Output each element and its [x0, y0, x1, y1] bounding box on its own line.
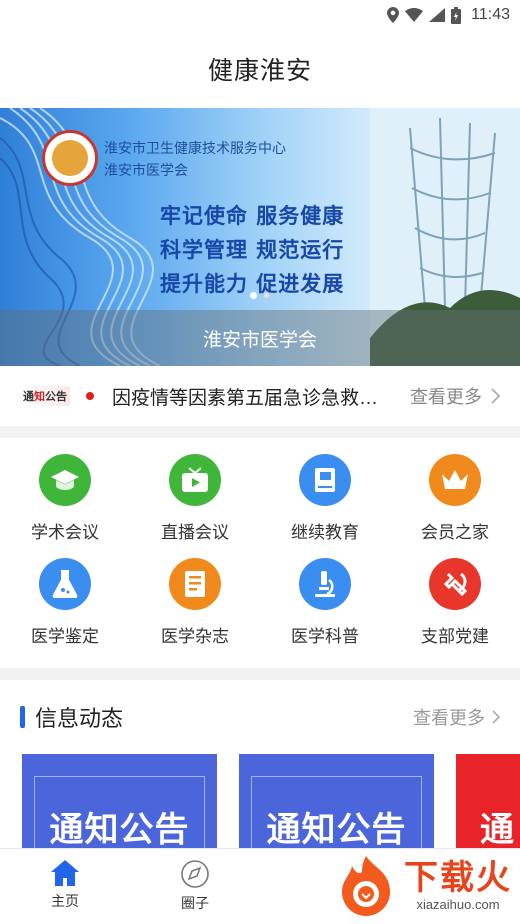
flask-icon — [39, 558, 91, 610]
location-icon — [387, 7, 400, 23]
app-header: 健康淮安 — [0, 30, 520, 108]
grid-item-medical-science[interactable]: 医学科普 — [260, 558, 390, 662]
info-card-text: 通 — [480, 811, 515, 849]
chevron-right-icon — [492, 710, 500, 724]
page-title: 健康淮安 — [207, 57, 312, 85]
crown-icon — [429, 454, 481, 506]
tab-circle-label: 圈子 — [181, 895, 209, 911]
signal-icon — [429, 8, 446, 22]
info-more-label: 查看更多 — [413, 708, 485, 728]
grid-label: 医学杂志 — [161, 627, 229, 646]
notice-dot-icon — [86, 392, 94, 400]
section-separator — [0, 668, 520, 680]
info-card-text: 通知公告 — [266, 811, 407, 849]
microscope-icon — [299, 558, 351, 610]
home-icon — [51, 860, 79, 886]
watermark: 下载火 xiazaihuo.com — [334, 854, 512, 918]
tab-circle[interactable]: 圈子 — [130, 849, 260, 924]
banner-carousel[interactable]: 淮安市卫生健康技术服务中心 淮安市医学会 牢记使命 服务健康 科学管理 规范运行… — [0, 108, 520, 366]
banner-slogan-1: 牢记使命 服务健康 — [160, 204, 345, 228]
banner-org-line2: 淮安市医学会 — [104, 163, 188, 179]
grid-label: 医学科普 — [291, 627, 359, 646]
notice-more-link[interactable]: 查看更多 — [410, 383, 500, 409]
notice-badge: 通知公告 — [20, 386, 70, 406]
notice-ticker[interactable]: 通知公告 因疫情等因素第五届急诊急救大会延期举办的通知 查看更多 — [0, 366, 520, 426]
grid-label: 会员之家 — [421, 523, 489, 542]
info-more-link[interactable]: 查看更多 — [413, 704, 500, 730]
watermark-cn: 下载火 — [404, 858, 512, 897]
banner-caption: 淮安市医学会 — [0, 310, 520, 366]
status-time: 11:43 — [471, 6, 510, 23]
medical-association-logo — [42, 130, 98, 186]
magazine-icon — [169, 558, 221, 610]
grid-item-member-home[interactable]: 会员之家 — [390, 454, 520, 558]
section-separator — [0, 426, 520, 438]
notice-badge-part1: 通 — [23, 391, 34, 403]
grid-label: 支部党建 — [421, 627, 489, 646]
tv-play-icon — [169, 454, 221, 506]
grid-item-medical-journal[interactable]: 医学杂志 — [130, 558, 260, 662]
chevron-right-icon — [491, 388, 500, 404]
section-accent-bar — [20, 706, 25, 728]
carousel-dot[interactable] — [263, 292, 270, 299]
banner-org-line1: 淮安市卫生健康技术服务中心 — [104, 141, 286, 157]
feature-grid: 学术会议 直播会议 继续教育 会员之家 医学鉴定 医学杂志 医学科普 支部党建 — [0, 438, 520, 668]
grid-item-medical-appraisal[interactable]: 医学鉴定 — [0, 558, 130, 662]
graduation-cap-icon — [39, 454, 91, 506]
notice-headline[interactable]: 因疫情等因素第五届急诊急救大会延期举办的通知 — [112, 383, 394, 410]
tab-home[interactable]: 主页 — [0, 849, 130, 924]
carousel-indicator[interactable] — [250, 292, 270, 299]
notice-badge-part3: 公告 — [45, 391, 67, 403]
notice-more-label: 查看更多 — [410, 387, 482, 407]
grid-item-live-meeting[interactable]: 直播会议 — [130, 454, 260, 558]
banner-slogan-2: 科学管理 规范运行 — [160, 238, 345, 262]
grid-label: 学术会议 — [31, 523, 99, 542]
flame-logo-icon — [342, 856, 390, 916]
grid-item-continuing-education[interactable]: 继续教育 — [260, 454, 390, 558]
info-card-text: 通知公告 — [49, 811, 190, 849]
tab-home-label: 主页 — [51, 893, 79, 909]
grid-label: 医学鉴定 — [31, 627, 99, 646]
grid-label: 继续教育 — [291, 523, 359, 542]
grid-item-party-branch[interactable]: 支部党建 — [390, 558, 520, 662]
info-section-title: 信息动态 — [35, 706, 124, 731]
grid-label: 直播会议 — [161, 523, 229, 542]
book-icon — [299, 454, 351, 506]
party-emblem-icon — [429, 558, 481, 610]
watermark-en: xiazaihuo.com — [416, 896, 500, 912]
status-bar: 11:43 — [0, 0, 520, 30]
info-section-header: 信息动态 查看更多 — [0, 680, 520, 754]
grid-item-academic-meeting[interactable]: 学术会议 — [0, 454, 130, 558]
battery-icon — [451, 6, 462, 24]
wifi-icon — [405, 8, 424, 22]
compass-icon — [181, 860, 209, 888]
notice-badge-part2: 知 — [34, 391, 45, 403]
carousel-dot-active[interactable] — [250, 292, 257, 299]
